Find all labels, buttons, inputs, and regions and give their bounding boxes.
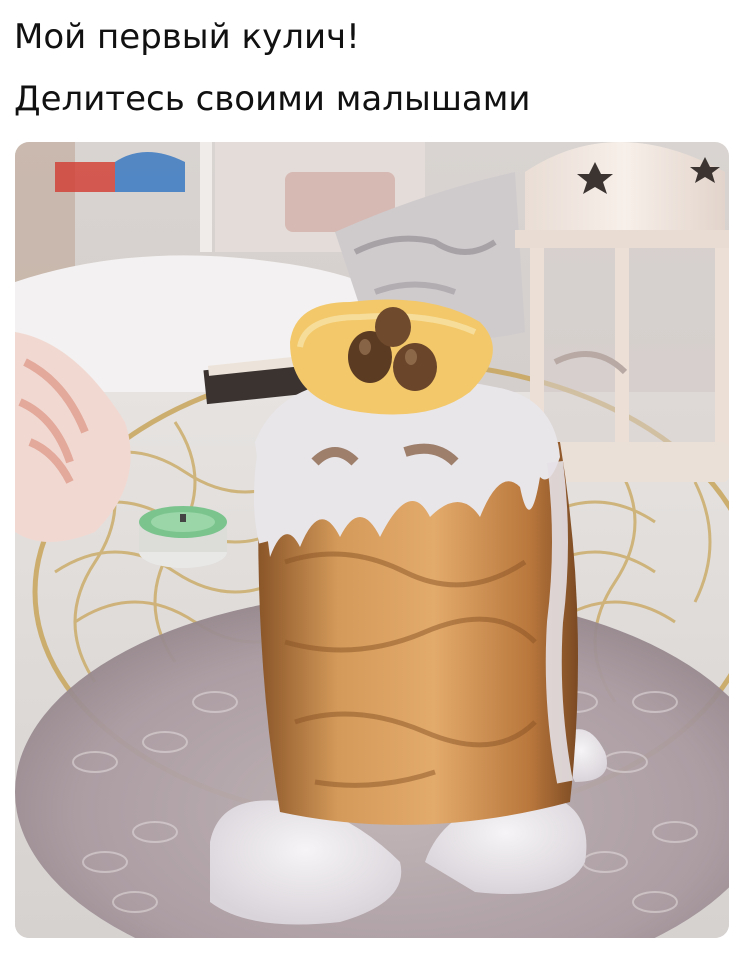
post-photo[interactable] bbox=[15, 142, 729, 938]
kulich-cake bbox=[254, 378, 578, 825]
caption-line-1: Мой первый кулич! bbox=[14, 17, 360, 57]
caption-line-2: Делитесь своими малышами bbox=[14, 79, 531, 119]
post-caption: Мой первый кулич! Делитесь своими малыша… bbox=[14, 6, 734, 130]
kulich-photo-illustration bbox=[15, 142, 729, 938]
